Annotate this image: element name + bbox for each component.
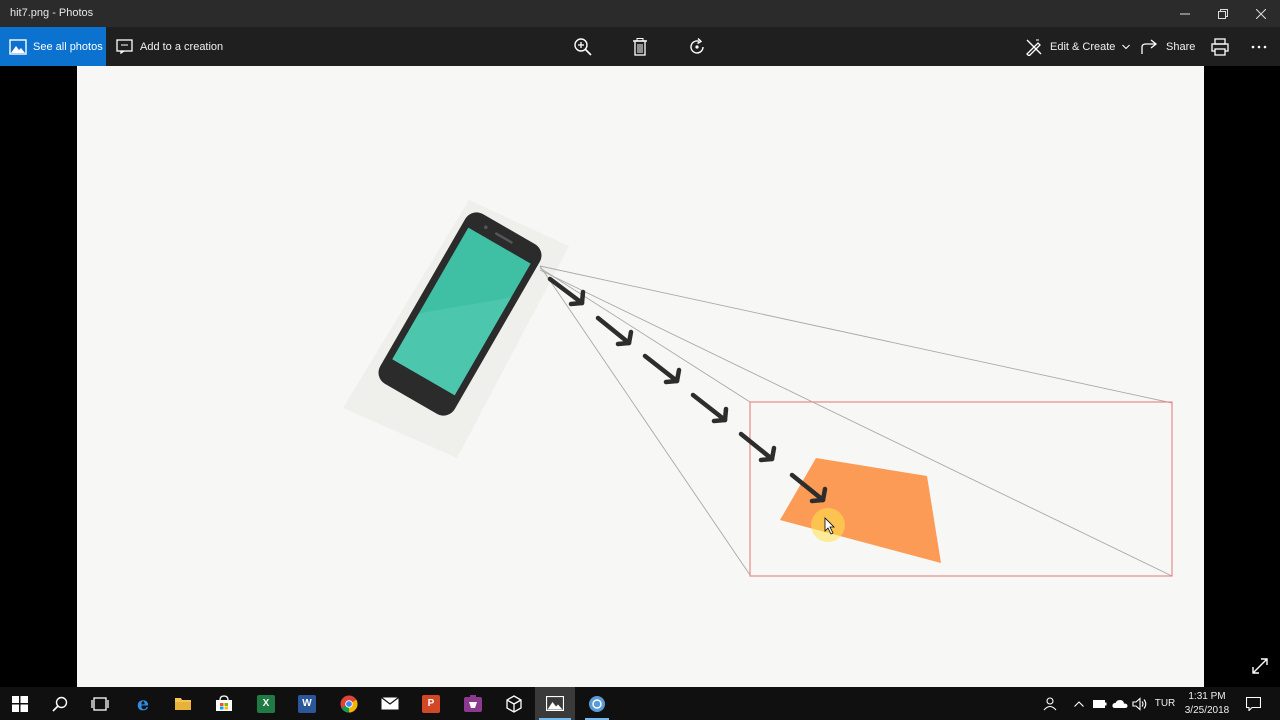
share-button[interactable]: Share xyxy=(1141,27,1195,66)
speaker-icon xyxy=(1132,696,1147,711)
action-center-button[interactable] xyxy=(1242,687,1264,720)
store-app[interactable] xyxy=(204,687,244,720)
taskbar: e X W P TUR 1:31 PM 3/25/2018 xyxy=(0,687,1280,720)
more-options-button[interactable] xyxy=(1251,27,1267,66)
close-icon xyxy=(1256,8,1266,19)
clock[interactable]: 1:31 PM 3/25/2018 xyxy=(1176,690,1238,718)
edit-create-button[interactable]: Edit & Create xyxy=(1025,27,1131,66)
full-screen-button[interactable] xyxy=(1250,656,1270,676)
app-blue-globe-icon xyxy=(589,695,605,712)
more-icon xyxy=(1251,45,1267,49)
blue-app[interactable] xyxy=(577,687,617,720)
chrome-app[interactable] xyxy=(329,687,369,720)
notifications-icon xyxy=(1245,696,1261,711)
windows-icon xyxy=(12,695,28,712)
add-to-creation-button[interactable]: Add to a creation xyxy=(116,27,223,66)
word-icon: W xyxy=(298,694,316,713)
edit-create-label: Edit & Create xyxy=(1050,40,1116,53)
edit-icon xyxy=(1025,38,1043,56)
zoom-in-icon xyxy=(574,37,592,56)
window-title-bar: hit7.png - Photos xyxy=(0,0,1280,27)
arrow-2 xyxy=(595,315,634,347)
onedrive-button[interactable] xyxy=(1111,687,1129,720)
unity-app[interactable] xyxy=(494,687,534,720)
photos-app-icon xyxy=(546,696,564,711)
word-app[interactable]: W xyxy=(287,687,327,720)
window-title: hit7.png - Photos xyxy=(10,7,94,19)
file-explorer-app[interactable] xyxy=(163,687,203,720)
mail-icon xyxy=(381,697,399,710)
minimize-button[interactable] xyxy=(1166,0,1204,27)
expand-icon xyxy=(1252,658,1268,674)
displayed-image[interactable] xyxy=(77,66,1204,687)
zoom-button[interactable] xyxy=(574,27,592,66)
direction-arrows xyxy=(547,276,828,504)
powerpoint-icon: P xyxy=(422,694,440,713)
clock-time: 1:31 PM xyxy=(1188,691,1226,702)
store-bag-icon xyxy=(216,695,232,711)
search-icon xyxy=(52,696,68,712)
share-icon xyxy=(1141,38,1159,55)
delete-button[interactable] xyxy=(632,27,648,66)
app-purple-icon xyxy=(464,694,482,712)
start-button[interactable] xyxy=(0,687,40,720)
minimize-icon xyxy=(1180,13,1190,14)
show-hidden-icons-button[interactable] xyxy=(1071,687,1087,720)
trash-icon xyxy=(632,37,648,56)
photos-app[interactable] xyxy=(535,687,575,720)
see-all-photos-label: See all photos xyxy=(33,40,103,53)
search-button[interactable] xyxy=(40,687,80,720)
see-all-photos-button[interactable]: See all photos xyxy=(0,27,106,66)
edge-app[interactable]: e xyxy=(123,687,163,720)
chrome-icon xyxy=(340,695,358,712)
restore-icon xyxy=(1218,8,1228,19)
arrow-5 xyxy=(738,431,777,463)
maximize-button[interactable] xyxy=(1204,0,1242,27)
edge-icon: e xyxy=(136,692,150,715)
excel-icon: X xyxy=(257,694,275,713)
print-icon xyxy=(1211,37,1229,56)
chevron-down-icon xyxy=(1122,44,1131,50)
creation-icon xyxy=(116,39,133,54)
hit-test-illustration xyxy=(343,200,1173,577)
orange-plane xyxy=(780,458,941,563)
share-label: Share xyxy=(1166,40,1196,53)
people-icon xyxy=(1043,696,1057,710)
input-language-button[interactable]: TUR xyxy=(1152,687,1178,720)
people-button[interactable] xyxy=(1040,687,1060,720)
rotate-button[interactable] xyxy=(688,27,706,66)
mail-app[interactable] xyxy=(370,687,410,720)
print-button[interactable] xyxy=(1211,27,1229,66)
arrow-3 xyxy=(642,353,682,385)
volume-button[interactable] xyxy=(1131,687,1149,720)
task-view-button[interactable] xyxy=(80,687,120,720)
rotate-icon xyxy=(688,37,706,56)
purple-app[interactable] xyxy=(453,687,493,720)
photos-toolbar: See all photos Add to a creation Edit & … xyxy=(0,27,1280,66)
unity-icon xyxy=(506,694,522,713)
photos-icon xyxy=(9,38,27,55)
chevron-up-icon xyxy=(1074,700,1084,707)
powerpoint-app[interactable]: P xyxy=(411,687,451,720)
excel-app[interactable]: X xyxy=(246,687,286,720)
clock-date: 3/25/2018 xyxy=(1184,705,1230,716)
battery-button[interactable] xyxy=(1092,687,1108,720)
task-view-icon xyxy=(91,696,109,711)
image-viewer xyxy=(0,66,1280,687)
arrow-4 xyxy=(690,392,729,424)
battery-icon xyxy=(1093,699,1107,708)
add-to-creation-label: Add to a creation xyxy=(140,40,224,53)
folder-icon xyxy=(175,698,191,710)
cloud-icon xyxy=(1112,699,1128,708)
close-button[interactable] xyxy=(1242,0,1280,27)
